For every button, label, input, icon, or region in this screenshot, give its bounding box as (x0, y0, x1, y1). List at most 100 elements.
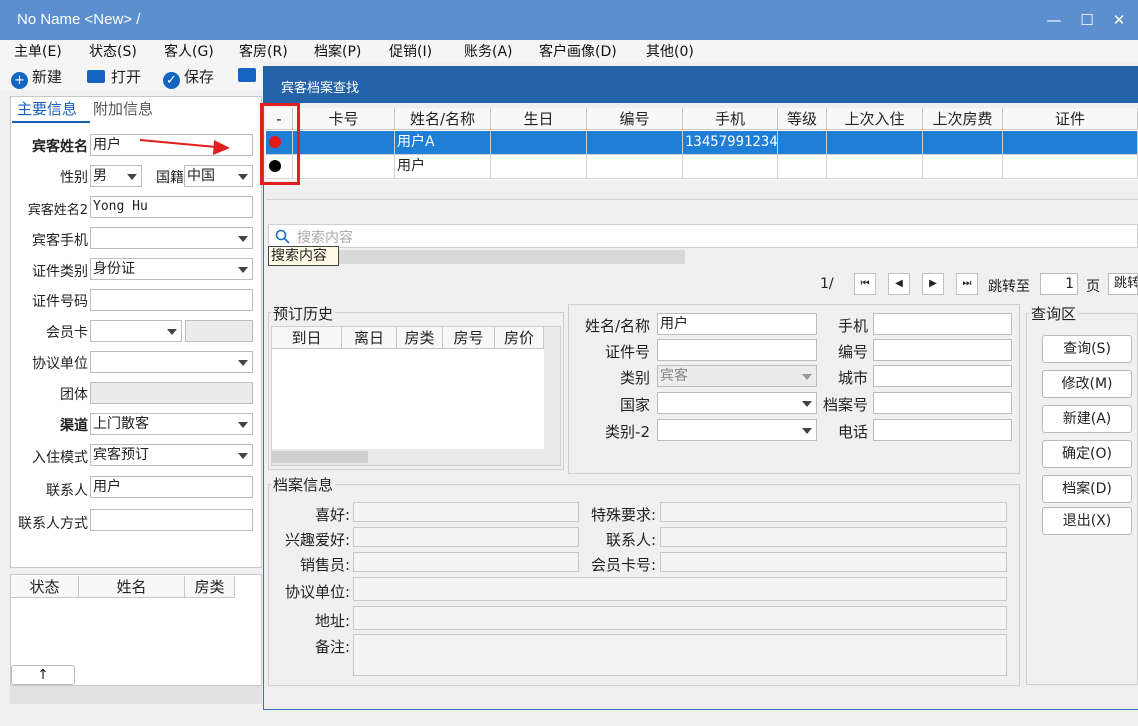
interest-label: 兴趣爱好: (284, 531, 350, 549)
history-col-room-type[interactable]: 房类 (397, 327, 443, 349)
close-button[interactable]: ✕ (1105, 6, 1133, 34)
prev-page-button[interactable]: ◀ (888, 273, 910, 295)
history-hscroll-thumb[interactable] (272, 451, 368, 463)
q-phone-input[interactable] (873, 419, 1012, 441)
q-type-label: 类别 (619, 369, 650, 387)
query-button[interactable]: 查询(S) (1042, 335, 1132, 363)
tab-extra-info[interactable]: 附加信息 (93, 98, 153, 119)
next-page-button[interactable]: ▶ (922, 273, 944, 295)
save-button[interactable]: ✓ 保存 (163, 66, 214, 89)
agreement-unit-label: 协议单位 (32, 356, 88, 372)
q-name-input[interactable]: 用户 (657, 313, 817, 335)
nationality-select[interactable]: 中国 (184, 165, 253, 187)
table-row[interactable]: 用户A 13457991234 (266, 131, 1138, 155)
q-id-input[interactable] (657, 339, 817, 361)
member-card-select[interactable] (90, 320, 182, 342)
id-number-input[interactable] (90, 289, 253, 311)
q-country-select[interactable] (657, 392, 817, 414)
folder-icon (87, 70, 105, 83)
menu-other[interactable]: 其他(0) (646, 41, 694, 61)
first-page-button[interactable]: ⏮ (854, 273, 876, 295)
q-mobile-input[interactable] (873, 313, 1012, 335)
new-button[interactable]: + 新建 (11, 66, 62, 89)
menu-archive[interactable]: 档案(P) (314, 41, 361, 61)
search-input[interactable]: 搜索内容 (268, 224, 1138, 248)
menu-status[interactable]: 状态(S) (89, 41, 137, 61)
menu-room[interactable]: 客房(R) (239, 41, 288, 61)
menu-main[interactable]: 主单(E) (14, 41, 62, 61)
tab-main-info[interactable]: 主要信息 (17, 98, 77, 119)
chevron-down-icon (802, 401, 812, 407)
contact-label: 联系人 (46, 483, 88, 499)
q-archive-input[interactable] (873, 392, 1012, 414)
table-row[interactable]: 用户 (266, 155, 1138, 179)
id-type-label: 证件类别 (32, 264, 88, 280)
col-level[interactable]: 等级 (778, 108, 827, 130)
q-number-input[interactable] (873, 339, 1012, 361)
contact-method-input[interactable] (90, 509, 253, 531)
guest-mobile-select[interactable] (90, 227, 253, 249)
col-last-rate[interactable]: 上次房费 (923, 108, 1003, 130)
id-card-icon[interactable] (238, 68, 256, 82)
page-indicator: 1/ (820, 276, 834, 292)
chevron-down-icon (167, 329, 177, 335)
archive-agreement-field (353, 577, 1007, 601)
window-title: No Name <New> / (17, 11, 141, 28)
menu-account[interactable]: 账务(A) (464, 41, 513, 61)
col-name[interactable]: 姓名/名称 (395, 108, 491, 130)
toolbar: + 新建 打开 ✓ 保存 (0, 62, 262, 90)
history-col-room-no[interactable]: 房号 (443, 327, 495, 349)
history-col-departure[interactable]: 离日 (342, 327, 397, 349)
group-label: 团体 (60, 387, 88, 403)
grid-divider (266, 199, 1138, 200)
col-number[interactable]: 编号 (587, 108, 683, 130)
q-city-input[interactable] (873, 365, 1012, 387)
archive-button[interactable]: 档案(D) (1042, 475, 1132, 503)
chevron-down-icon (238, 267, 248, 273)
archive-contact-field (660, 527, 1007, 547)
red-arrow-annotation (139, 139, 230, 155)
create-button[interactable]: 新建(A) (1042, 405, 1132, 433)
q-type2-select[interactable] (657, 419, 817, 441)
col-card-no[interactable]: 卡号 (293, 108, 395, 130)
list-header-status[interactable]: 状态 (11, 576, 79, 598)
sales-field (353, 552, 579, 572)
q-country-label: 国家 (619, 396, 650, 414)
last-page-button[interactable]: ⏭ (956, 273, 978, 295)
q-type-select[interactable]: 宾客 (657, 365, 817, 387)
col-mobile[interactable]: 手机 (683, 108, 778, 130)
q-mobile-label: 手机 (837, 317, 868, 335)
jump-button[interactable]: 跳转 (1108, 273, 1138, 295)
chevron-down-icon (238, 174, 248, 180)
goto-page-input[interactable]: 1 (1040, 273, 1078, 295)
col-birthday[interactable]: 生日 (491, 108, 587, 130)
open-button[interactable]: 打开 (87, 66, 141, 87)
col-id[interactable]: 证件 (1003, 108, 1138, 130)
scroll-up-button[interactable]: ↑ (11, 665, 75, 685)
modify-button[interactable]: 修改(M) (1042, 370, 1132, 398)
maximize-button[interactable]: ☐ (1073, 6, 1101, 34)
list-header-name[interactable]: 姓名 (79, 576, 185, 598)
member-card-no-label: 会员卡号: (590, 556, 656, 574)
gender-select[interactable]: 男 (90, 165, 142, 187)
id-type-select[interactable]: 身份证 (90, 258, 253, 280)
guest-name2-input[interactable]: Yong Hu (90, 196, 253, 218)
menu-promo[interactable]: 促销(I) (389, 41, 432, 61)
menu-guest[interactable]: 客人(G) (164, 41, 214, 61)
horizontal-scrollbar[interactable] (339, 250, 685, 264)
list-header-room-type[interactable]: 房类 (185, 576, 235, 598)
history-col-rate[interactable]: 房价 (495, 327, 544, 349)
menu-profile[interactable]: 客户画像(D) (539, 41, 617, 61)
col-last-stay[interactable]: 上次入住 (827, 108, 923, 130)
contact-input[interactable]: 用户 (90, 476, 253, 498)
minimize-button[interactable]: — (1040, 6, 1068, 34)
channel-select[interactable]: 上门散客 (90, 413, 253, 435)
left-scrollbar[interactable] (10, 686, 262, 704)
channel-label: 渠道 (60, 418, 88, 434)
history-col-arrival[interactable]: 到日 (272, 327, 342, 349)
confirm-button[interactable]: 确定(O) (1042, 440, 1132, 468)
history-vscroll[interactable] (544, 327, 560, 449)
agreement-unit-select[interactable] (90, 351, 253, 373)
checkin-mode-select[interactable]: 宾客预订 (90, 444, 253, 466)
exit-button[interactable]: 退出(X) (1042, 507, 1132, 535)
